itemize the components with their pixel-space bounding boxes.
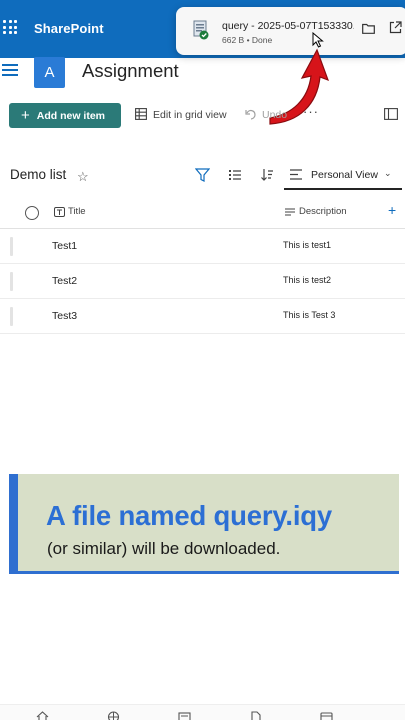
edit-grid-view-button[interactable]: Edit in grid view — [153, 109, 227, 121]
text-column-icon — [54, 207, 65, 217]
list-row[interactable]: Test1 This is test1 — [0, 229, 405, 264]
open-external-icon[interactable] — [389, 21, 402, 34]
bottom-navigation — [0, 704, 405, 720]
add-new-item-label: Add new item — [36, 109, 106, 122]
list-icon[interactable] — [320, 711, 333, 720]
select-all-checkbox[interactable] — [25, 206, 39, 220]
row-description: This is Test 3 — [283, 310, 336, 320]
row-description: This is test2 — [283, 275, 332, 285]
row-select-handle[interactable] — [10, 272, 13, 291]
list-title[interactable]: Demo list — [10, 167, 66, 182]
app-launcher-icon[interactable] — [3, 20, 17, 34]
undo-button[interactable]: Undo — [262, 109, 287, 121]
hamburger-menu-icon[interactable] — [2, 64, 18, 78]
row-select-handle[interactable] — [10, 237, 13, 256]
view-list-icon — [290, 169, 302, 180]
document-icon[interactable] — [249, 711, 262, 720]
column-header-description[interactable]: Description — [299, 206, 347, 217]
home-icon[interactable] — [36, 711, 49, 720]
add-column-button[interactable]: + — [388, 202, 396, 218]
filter-icon[interactable] — [195, 168, 210, 182]
suite-brand[interactable]: SharePoint — [34, 21, 104, 36]
view-selector-dropdown[interactable]: Personal View ⌄ — [284, 158, 402, 190]
row-title[interactable]: Test1 — [52, 240, 77, 252]
add-new-item-button[interactable]: + Add new item — [9, 103, 121, 128]
column-header-title[interactable]: Title — [68, 206, 86, 217]
column-header-row: Title Description + — [0, 196, 405, 229]
details-pane-icon[interactable] — [384, 108, 398, 120]
chevron-down-icon: ⌄ — [384, 168, 392, 178]
site-title[interactable]: Assignment — [82, 60, 179, 82]
iqy-file-icon — [193, 20, 209, 40]
caption-overlay: A file named query.iqy (or similar) will… — [9, 474, 399, 574]
multiline-column-icon — [285, 208, 295, 216]
folder-icon[interactable] — [362, 23, 375, 34]
row-title[interactable]: Test2 — [52, 275, 77, 287]
group-by-icon[interactable] — [228, 168, 242, 182]
plus-icon: + — [21, 107, 30, 124]
list-row[interactable]: Test3 This is Test 3 — [0, 299, 405, 334]
row-select-handle[interactable] — [10, 307, 13, 326]
sort-icon[interactable] — [260, 168, 274, 182]
download-file-name[interactable]: query - 2025-05-07T153330.i — [222, 20, 354, 32]
view-selector-label: Personal View — [311, 169, 378, 181]
mouse-cursor-icon — [312, 32, 324, 48]
grid-view-icon[interactable] — [135, 108, 147, 120]
news-icon[interactable] — [178, 711, 191, 720]
caption-sub-text: (or similar) will be downloaded. — [47, 539, 281, 558]
caption-main-text: A file named query.iqy — [46, 500, 332, 531]
favorite-star-icon[interactable]: ☆ — [77, 169, 89, 185]
row-title[interactable]: Test3 — [52, 310, 77, 322]
row-description: This is test1 — [283, 240, 332, 250]
globe-icon[interactable] — [107, 711, 120, 720]
site-logo[interactable]: A — [34, 57, 65, 88]
list-row[interactable]: Test2 This is test2 — [0, 264, 405, 299]
more-options-button[interactable]: ··· — [303, 104, 319, 119]
undo-icon[interactable] — [245, 108, 257, 120]
